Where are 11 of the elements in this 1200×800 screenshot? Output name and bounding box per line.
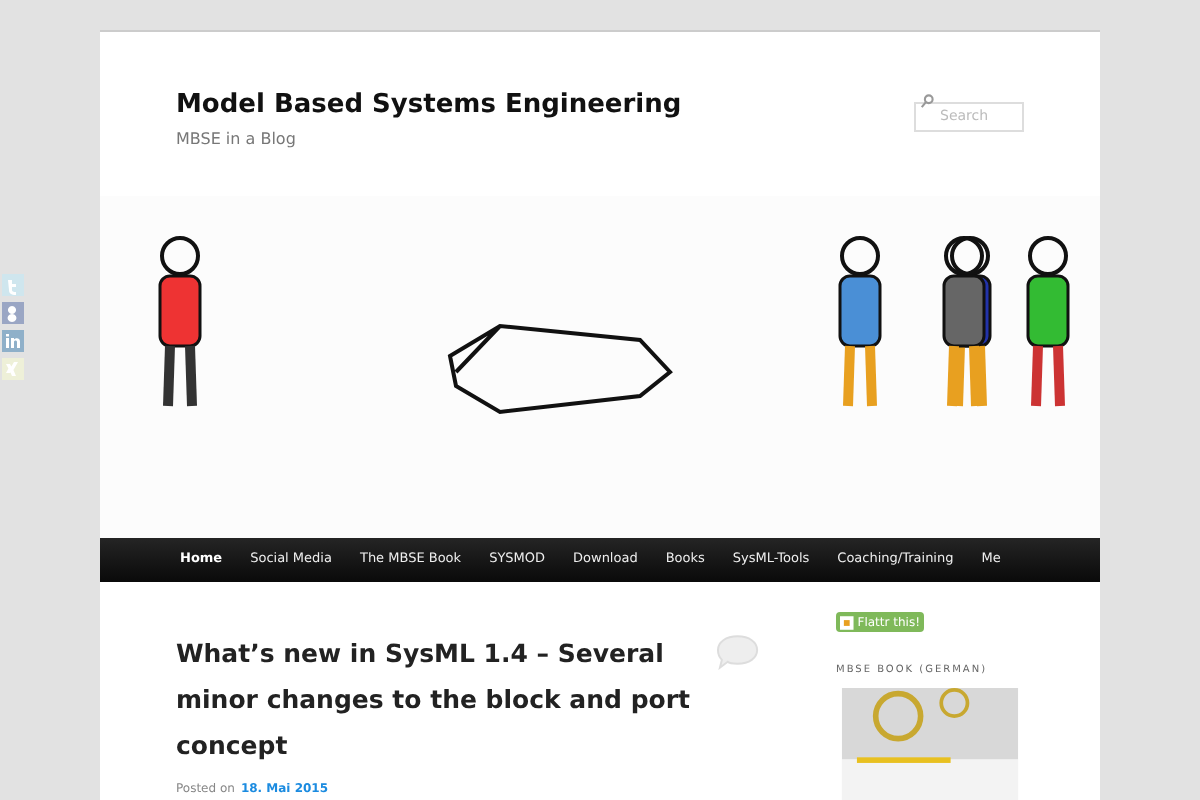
linkedin-icon[interactable] (2, 330, 24, 352)
twitter-icon[interactable] (2, 274, 24, 296)
flattr-logo-icon (840, 615, 854, 630)
book-cover-picture[interactable] (836, 687, 1024, 800)
google-icon[interactable] (2, 302, 24, 324)
site-title[interactable]: Model Based Systems Engineering (176, 86, 682, 126)
post-title[interactable]: What’s new in SysML 1.4 – Several minor changes to the block and port concept (176, 630, 705, 768)
comment-bubble-icon[interactable] (716, 634, 760, 670)
xing-icon[interactable] (2, 358, 24, 380)
site-tagline: MBSE in a Blog (176, 128, 298, 152)
search-icon (920, 94, 934, 108)
